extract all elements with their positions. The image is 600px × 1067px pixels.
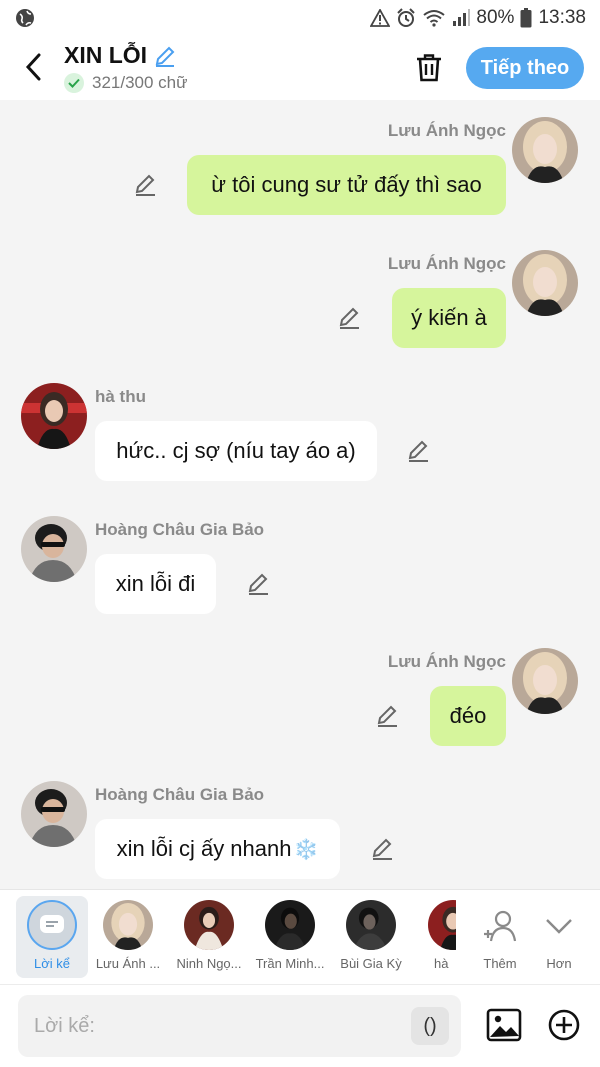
avatar[interactable] (21, 516, 87, 582)
parentheses-button[interactable]: () (411, 1007, 449, 1045)
pencil-icon (135, 174, 155, 196)
message-bubble[interactable]: đéo (430, 686, 506, 746)
sender-name: Lưu Ánh Ngọc (387, 652, 506, 671)
more-button[interactable]: Hơn (524, 896, 594, 978)
sender-name: Lưu Ánh Ngọc (387, 254, 506, 273)
sender-name: Hoàng Châu Gia Bảo (95, 785, 265, 804)
character-item[interactable]: hà (416, 896, 456, 978)
character-label: Bùi Gia Kỳ (340, 956, 402, 971)
chevron-down-icon (524, 896, 594, 956)
character-item[interactable]: Lưu Ánh ... (92, 896, 164, 978)
edit-message-button[interactable] (133, 172, 159, 198)
edit-message-button[interactable] (375, 703, 401, 729)
message-bubble[interactable]: ý kiến à (392, 288, 506, 348)
pencil-icon (408, 440, 428, 462)
character-item[interactable]: Bùi Gia Kỳ (335, 896, 407, 978)
message-bubble[interactable]: ừ tôi cung sư tử đấy thì sao (187, 155, 506, 215)
avatar (428, 900, 456, 950)
signal-icon (453, 9, 471, 26)
back-button[interactable] (18, 50, 48, 84)
avatar[interactable] (512, 648, 578, 714)
pencil-icon (377, 705, 397, 727)
edit-message-button[interactable] (406, 438, 432, 464)
avatar (265, 900, 315, 950)
narration-input[interactable]: Lời kể: () (18, 995, 461, 1057)
next-button[interactable]: Tiếp theo (466, 47, 584, 89)
title-block: XIN LỖI 321/300 chữ (64, 42, 188, 93)
character-item[interactable]: Ninh Ngọ... (173, 896, 245, 978)
message-bubble[interactable]: hức.. cj sợ (níu tay áo a) (95, 421, 377, 481)
more-label: Hơn (546, 956, 572, 971)
avatar (103, 900, 153, 950)
character-narrator[interactable]: Lời kể (16, 896, 88, 978)
edit-message-button[interactable] (246, 571, 272, 597)
insert-image-button[interactable] (486, 1007, 522, 1043)
character-label: Ninh Ngọ... (176, 956, 242, 971)
edit-message-button[interactable] (337, 305, 363, 331)
avatar (346, 900, 396, 950)
edit-message-button[interactable] (370, 836, 396, 862)
avatar[interactable] (512, 250, 578, 316)
character-label: hà (434, 956, 449, 971)
pencil-icon[interactable] (153, 44, 177, 68)
trash-icon (417, 54, 441, 82)
alarm-icon (397, 8, 416, 27)
character-label: Lời kể (34, 956, 70, 971)
avatar[interactable] (512, 117, 578, 183)
word-counter: 321/300 chữ (64, 73, 188, 93)
clock: 13:38 (538, 7, 586, 28)
header: XIN LỖI 321/300 chữ Tiếp theo (0, 36, 600, 100)
wifi-icon (423, 10, 446, 27)
alert-icon (370, 9, 391, 27)
message-bubble[interactable]: xin lỗi cj ấy nhanh ❄️ (95, 819, 340, 879)
avatar (184, 900, 234, 950)
character-label: Lưu Ánh ... (95, 956, 161, 971)
status-bar: 80% 13:38 (0, 0, 600, 36)
input-placeholder: Lời kể: (34, 1014, 95, 1037)
snowflake-emoji: ❄️ (293, 838, 319, 861)
pencil-icon (372, 838, 392, 860)
message-text: xin lỗi cj ấy nhanh (116, 836, 292, 861)
sender-name: hà thu (95, 387, 146, 406)
character-label: Trần Minh... (255, 956, 325, 971)
avatar[interactable] (21, 781, 87, 847)
delete-button[interactable] (412, 50, 446, 86)
battery-icon (520, 8, 532, 28)
character-item[interactable]: Trần Minh... (254, 896, 326, 978)
avatar[interactable] (21, 383, 87, 449)
sender-name: Hoàng Châu Gia Bảo (95, 520, 265, 539)
character-strip: Lời kể Lưu Ánh ... Ninh Ngọ... Trần Minh… (0, 889, 600, 984)
battery-percent: 80% (476, 7, 515, 28)
check-icon (64, 73, 84, 93)
sender-name: Lưu Ánh Ngọc (387, 121, 506, 140)
globe-icon (16, 9, 34, 27)
message-bubble[interactable]: xin lỗi đi (95, 554, 216, 614)
add-button[interactable] (548, 1009, 580, 1041)
story-title[interactable]: XIN LỖI (64, 42, 188, 69)
input-bar: Lời kể: () (0, 984, 600, 1067)
word-count-text: 321/300 chữ (92, 73, 188, 92)
story-title-text: XIN LỖI (64, 42, 148, 68)
plus-circle-icon (548, 1009, 580, 1041)
chevron-left-icon (25, 53, 41, 81)
pencil-icon (248, 573, 268, 595)
image-icon (486, 1008, 522, 1042)
chat-bubble-icon (27, 900, 77, 950)
pencil-icon (339, 307, 359, 329)
